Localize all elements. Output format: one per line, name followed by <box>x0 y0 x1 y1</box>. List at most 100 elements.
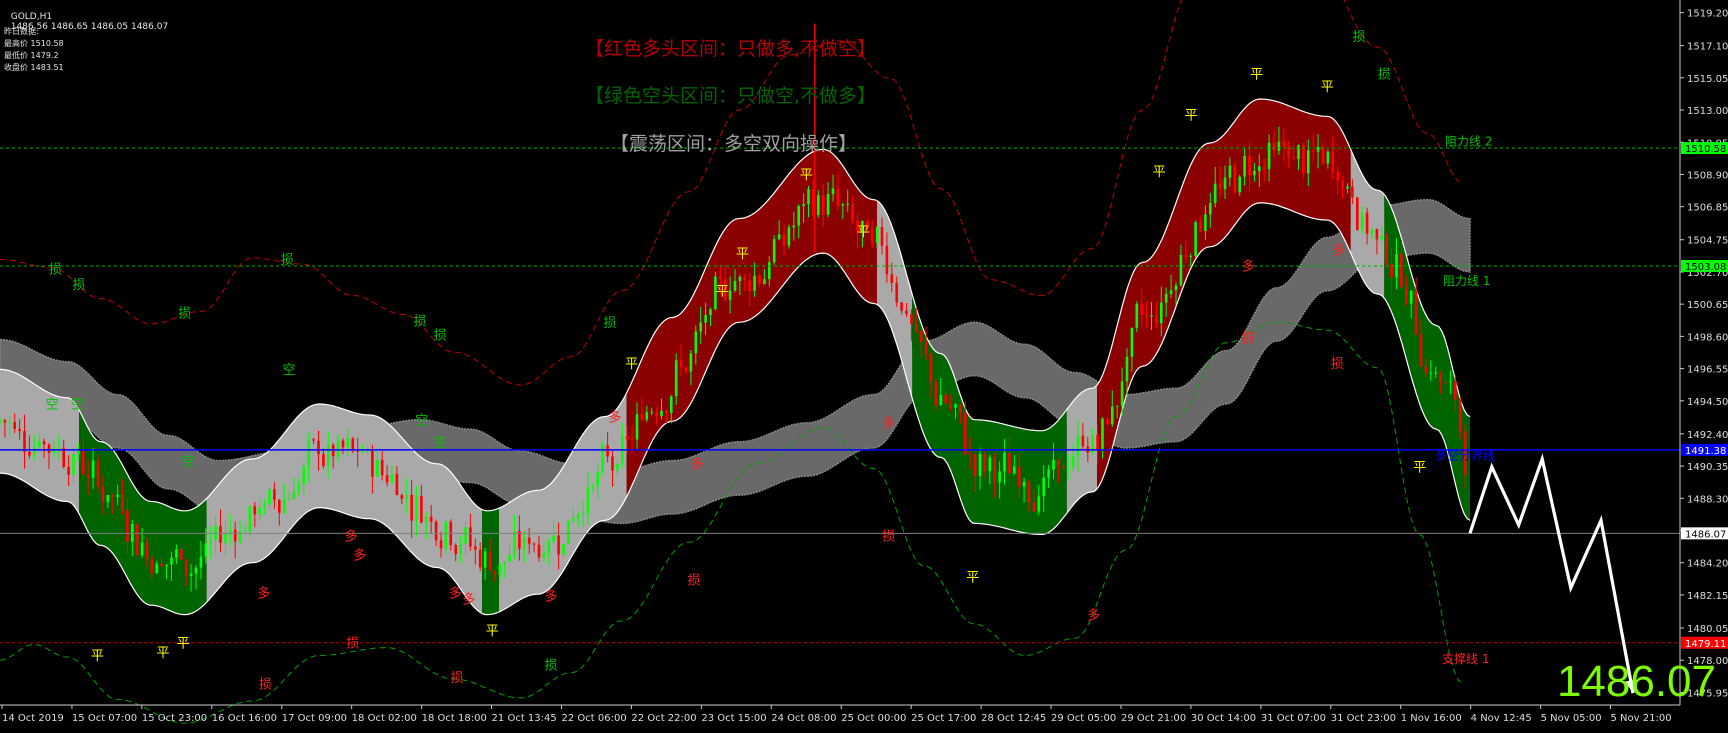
prev-day-close: 收盘价 1483.51 <box>4 63 64 72</box>
candle-body <box>135 524 139 556</box>
candle-body <box>728 290 732 300</box>
signal-green: 空 <box>434 435 447 450</box>
candle-body <box>1140 303 1143 315</box>
candle-body <box>1179 254 1183 286</box>
candle-body <box>253 506 257 515</box>
signal-green: 损 <box>545 659 558 674</box>
candle-body <box>513 530 516 556</box>
signal-red: 损 <box>346 637 359 652</box>
candle-body <box>42 441 46 445</box>
signal-red: 损 <box>450 671 463 686</box>
candle-body <box>469 527 472 547</box>
candle-body <box>1395 254 1398 278</box>
candle-body <box>542 552 546 558</box>
time-axis-label: 1 Nov 16:00 <box>1401 713 1462 724</box>
candle-body <box>420 495 423 523</box>
candle-body <box>1047 469 1050 478</box>
candle-body <box>772 239 776 263</box>
signal-green: 空 <box>71 398 84 413</box>
candle-body <box>282 499 286 513</box>
prev-day-high-value: 1510.58 <box>30 39 64 48</box>
candle-body <box>557 535 560 555</box>
candle-body <box>376 459 379 477</box>
candle-body <box>425 516 428 523</box>
signal-yellow: 平 <box>1321 80 1334 95</box>
candle-body <box>429 516 433 522</box>
price-tag-green: 1510.58 <box>1685 144 1726 155</box>
candle-body <box>821 195 825 215</box>
candle-body <box>1184 254 1188 257</box>
time-axis-label: 22 Oct 22:00 <box>631 713 696 724</box>
candle-body <box>116 494 119 498</box>
candle-body <box>650 411 653 413</box>
candle-body <box>959 404 962 413</box>
signal-yellow: 平 <box>736 247 749 262</box>
price-chart[interactable]: 阻力线 2 阻力线 1 多空分界线 支撑线 1平平平空空空空空空损损损损损损损损损多多… <box>0 0 1728 729</box>
candle-body <box>949 403 952 408</box>
candle-body <box>385 475 389 483</box>
signal-green: 损 <box>1353 30 1366 45</box>
candle-body <box>1409 290 1413 304</box>
symbol-label: GOLD,H1 <box>10 12 53 22</box>
candle-body <box>493 570 497 575</box>
candle-body <box>973 454 977 477</box>
signal-red: 多 <box>345 529 358 545</box>
candle-body <box>111 495 114 498</box>
candle-body <box>1130 327 1134 357</box>
candle-body <box>758 275 761 285</box>
candle-body <box>1160 302 1163 324</box>
candle-body <box>287 498 291 500</box>
candle-body <box>591 486 595 488</box>
candle-body <box>47 444 51 454</box>
banner-bear-zone: 【绿色空头区间：只做空,不做多】 <box>585 85 877 107</box>
candle-body <box>1311 150 1315 152</box>
candle-body <box>998 471 1001 483</box>
candle-body <box>978 454 982 477</box>
candle-body <box>155 563 159 574</box>
candle-body <box>954 404 957 408</box>
candle-body <box>1209 203 1212 215</box>
candle-body <box>934 381 938 406</box>
candle-body <box>1434 372 1437 374</box>
candle-body <box>474 546 477 550</box>
candle-body <box>1458 399 1462 432</box>
candle-body <box>1008 452 1011 474</box>
chart-canvas[interactable]: 阻力线 2阻力线 1多空分界线支撑线 1平 平平空 空空空空空损损损损损损损损损多多… <box>0 0 1728 729</box>
candle-body <box>96 460 100 487</box>
candle-body <box>1449 381 1452 383</box>
candle-body <box>57 447 61 449</box>
candle-body <box>459 543 462 555</box>
signal-red: 多 <box>353 548 366 564</box>
candle-body <box>1400 254 1403 288</box>
candle-body <box>753 275 756 291</box>
signal-yellow: 平 <box>156 646 169 661</box>
candle-body <box>1032 502 1036 512</box>
candle-body <box>1341 180 1344 189</box>
signal-green: 损 <box>434 329 447 344</box>
candle-body <box>782 234 786 246</box>
candle-body <box>836 188 840 206</box>
candle-body <box>1189 255 1192 257</box>
signal-red: 多 <box>1332 243 1345 259</box>
price-axis-label: 1490.35 <box>1687 462 1728 473</box>
price-axis-label: 1508.90 <box>1687 170 1728 181</box>
candle-body <box>684 367 688 372</box>
candle-body <box>297 483 301 492</box>
signal-green: 空 <box>282 363 295 378</box>
candle-body <box>537 544 541 558</box>
candle-body <box>797 206 800 226</box>
candle-body <box>1365 212 1369 234</box>
candle-body <box>37 441 41 447</box>
price-axis-label: 1498.60 <box>1687 332 1728 343</box>
candle-body <box>630 439 634 441</box>
candle-body <box>596 471 600 487</box>
candle-body <box>219 526 222 543</box>
signal-red: 多 <box>1242 258 1255 274</box>
candle-body <box>826 194 830 215</box>
candle-body <box>733 280 737 291</box>
candle-body <box>1287 146 1290 158</box>
candle-body <box>1174 285 1178 291</box>
candle-body <box>532 543 536 545</box>
candle-body <box>1439 372 1442 383</box>
signal-green: 损 <box>1378 68 1391 83</box>
